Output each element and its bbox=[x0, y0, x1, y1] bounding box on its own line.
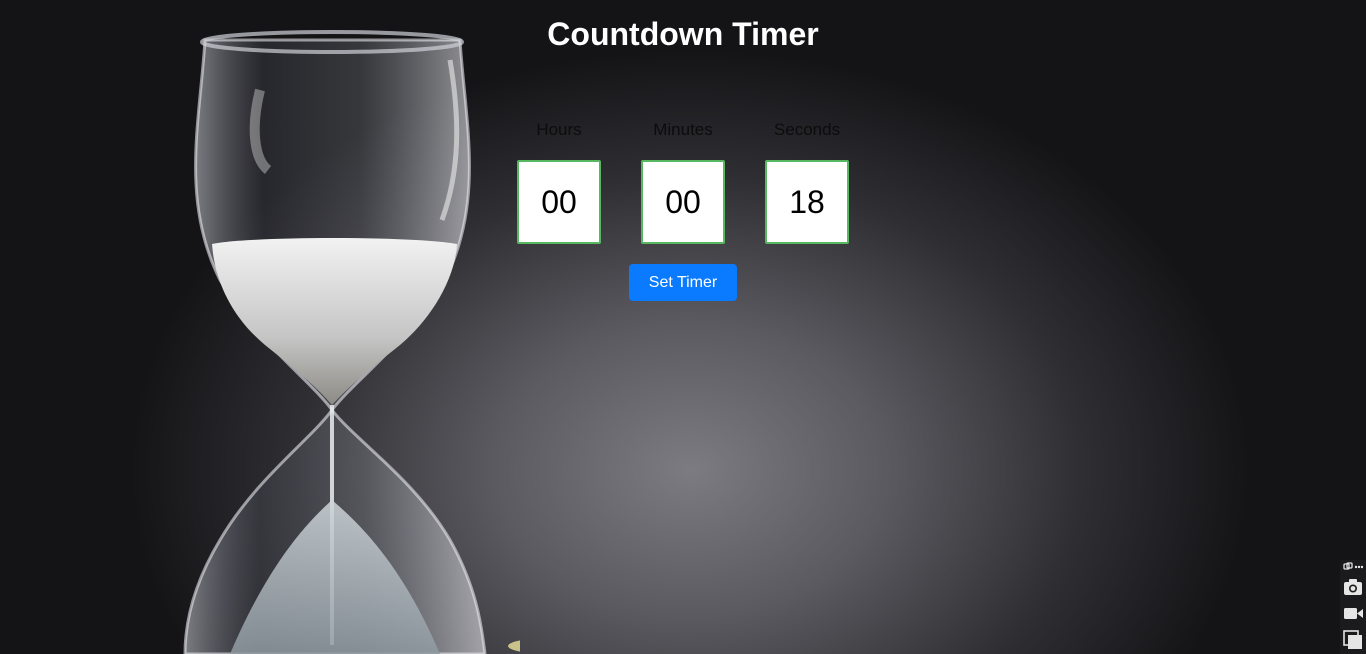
minutes-group: Minutes bbox=[641, 118, 725, 244]
minutes-input[interactable] bbox=[641, 160, 725, 244]
video-icon[interactable] bbox=[1343, 604, 1363, 622]
seconds-group: Seconds bbox=[765, 118, 849, 244]
seconds-label: Seconds bbox=[773, 120, 841, 139]
page-title: Countdown Timer bbox=[547, 16, 819, 52]
camera-icon[interactable] bbox=[1343, 578, 1363, 596]
hours-group: Hours bbox=[517, 118, 601, 244]
minutes-label: Minutes bbox=[653, 120, 713, 139]
more-icon[interactable] bbox=[1343, 562, 1363, 572]
hours-input[interactable] bbox=[517, 160, 601, 244]
hourglass-illustration bbox=[183, 30, 520, 654]
set-timer-button[interactable]: Set Timer bbox=[629, 264, 737, 301]
capture-toolbar bbox=[1340, 560, 1366, 654]
window-icon[interactable] bbox=[1343, 630, 1363, 650]
hours-label: Hours bbox=[536, 120, 582, 139]
seconds-input[interactable] bbox=[765, 160, 849, 244]
